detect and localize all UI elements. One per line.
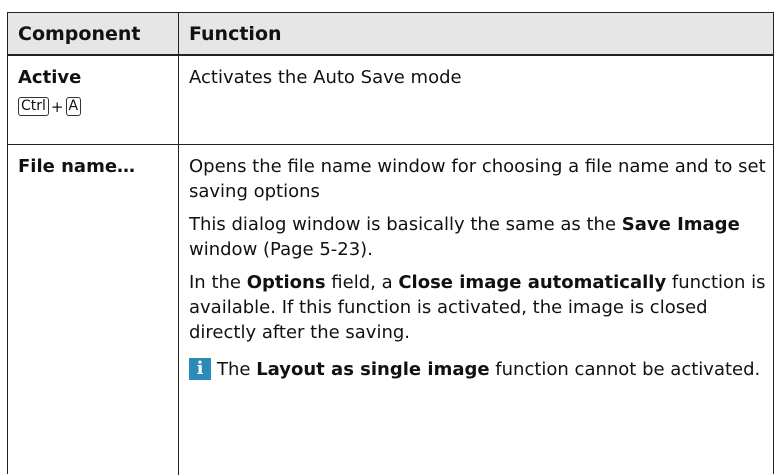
function-paragraph-3: In the Options field, a Close image auto… bbox=[189, 270, 769, 345]
function-cell: Opens the file name window for choosing … bbox=[189, 154, 769, 382]
component-name: File name… bbox=[18, 156, 136, 177]
keyboard-shortcut: Ctrl + A bbox=[18, 97, 173, 116]
header-component: Component bbox=[18, 23, 141, 45]
column-divider bbox=[178, 13, 179, 54]
bold-segment: Close image automatically bbox=[398, 272, 667, 293]
component-cell: File name… bbox=[18, 154, 173, 179]
text-segment: window (Page 5-23). bbox=[189, 239, 373, 260]
text-segment: field, a bbox=[325, 272, 399, 293]
bold-segment: Options bbox=[246, 272, 326, 293]
key-ctrl: Ctrl bbox=[18, 97, 49, 116]
table-row-active: Active Ctrl + A Activates the Auto Save … bbox=[8, 56, 773, 145]
column-divider bbox=[178, 56, 179, 144]
function-paragraph-1: Opens the file name window for choosing … bbox=[189, 156, 766, 202]
text-segment: function cannot be activated. bbox=[489, 359, 761, 380]
component-cell: Active Ctrl + A bbox=[18, 65, 173, 116]
table-row-file-name: File name… Opens the file name window fo… bbox=[8, 145, 773, 475]
table-header-row: Component Function bbox=[8, 13, 773, 56]
bold-segment: Save Image bbox=[621, 214, 740, 235]
function-paragraph-2: This dialog window is basically the same… bbox=[189, 212, 769, 262]
column-divider bbox=[178, 145, 179, 475]
key-plus: + bbox=[50, 97, 64, 116]
component-name: Active bbox=[18, 67, 82, 88]
info-note: i The Layout as single image function ca… bbox=[189, 357, 769, 382]
text-segment: This dialog window is basically the same… bbox=[189, 214, 622, 235]
key-a: A bbox=[65, 97, 82, 116]
function-cell: Activates the Auto Save mode bbox=[189, 65, 769, 90]
component-function-table: Component Function Active Ctrl + A Activ… bbox=[7, 12, 774, 475]
note-text: The Layout as single image function cann… bbox=[217, 357, 760, 382]
text-segment: The bbox=[217, 359, 257, 380]
text-segment: In the bbox=[189, 272, 247, 293]
header-function: Function bbox=[189, 23, 282, 45]
info-icon: i bbox=[189, 358, 211, 380]
function-text: Activates the Auto Save mode bbox=[189, 67, 462, 88]
bold-segment: Layout as single image bbox=[256, 359, 490, 380]
